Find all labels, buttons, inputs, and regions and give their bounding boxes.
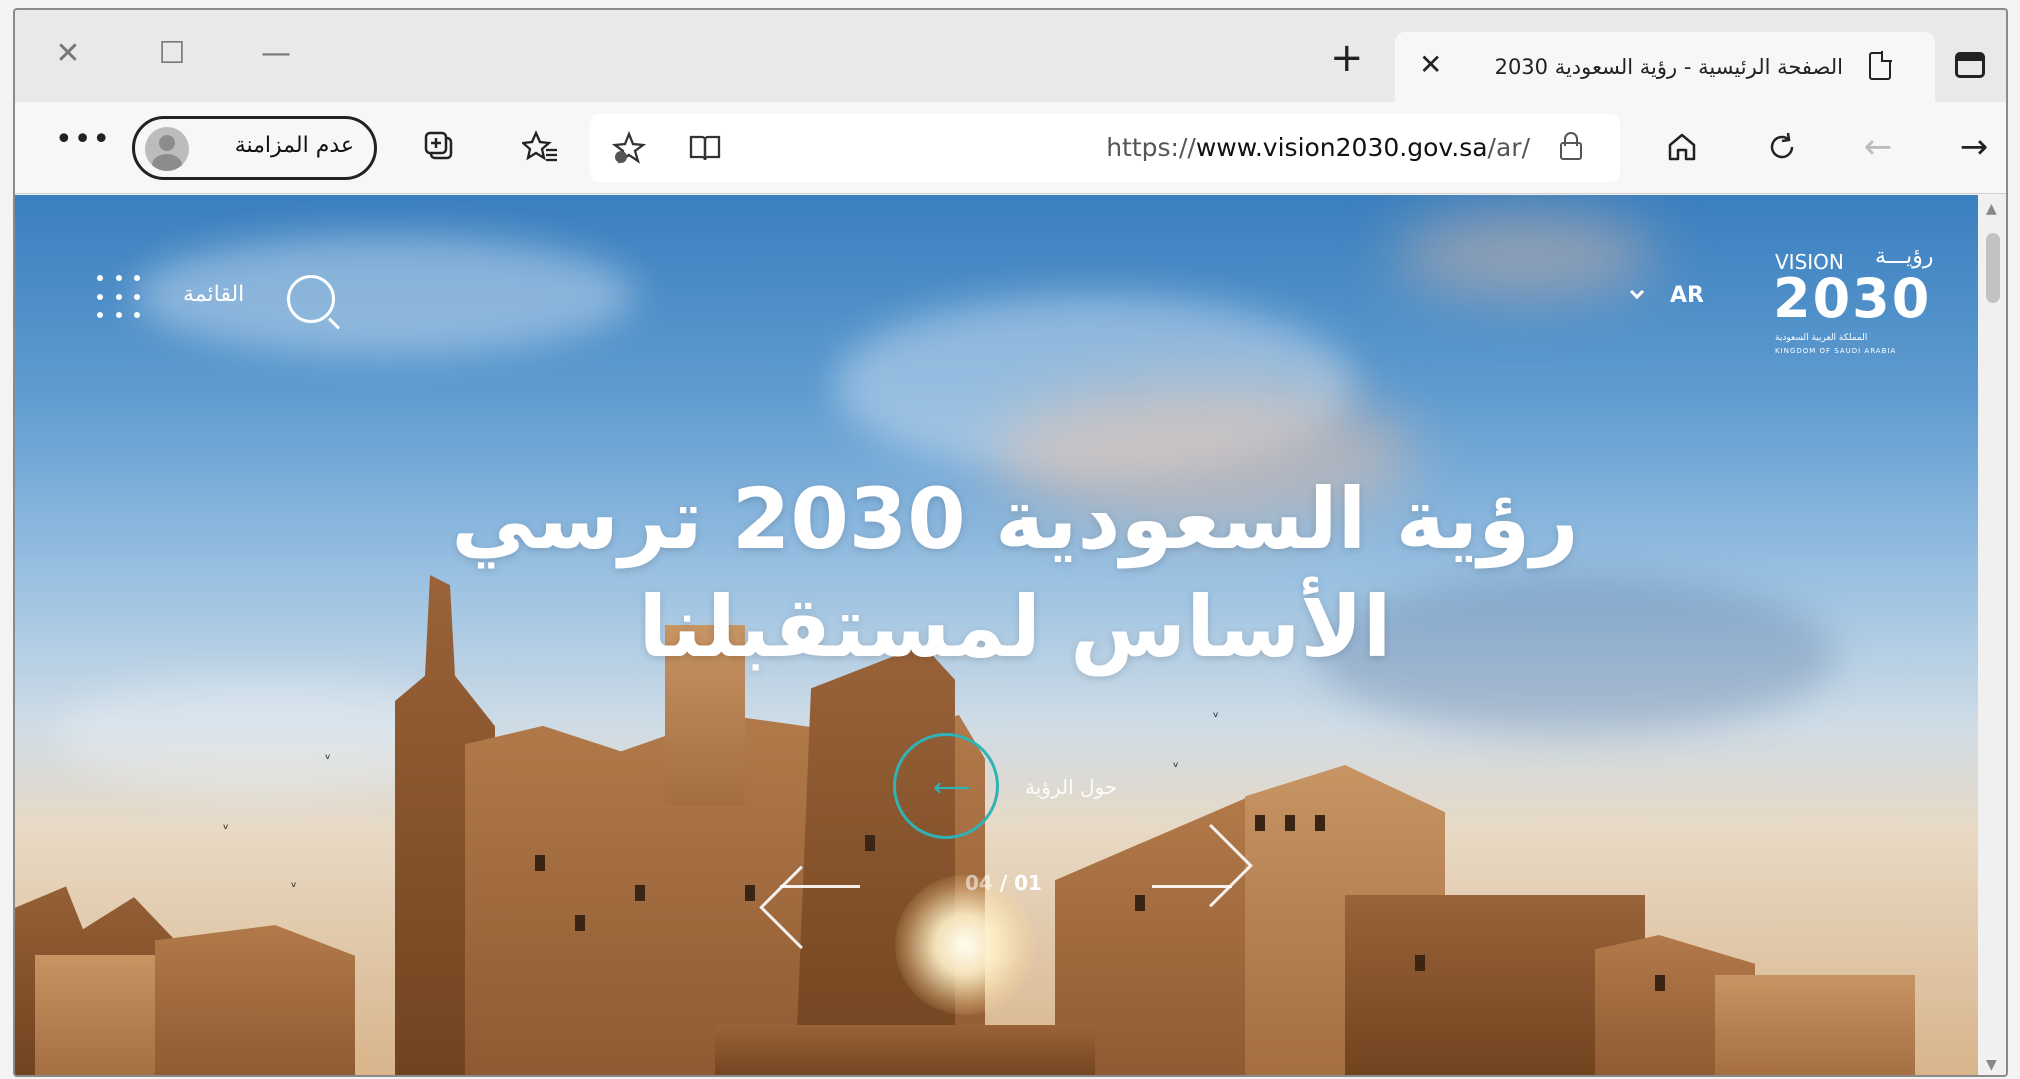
- scroll-down-icon[interactable]: ▼: [1986, 1057, 1997, 1073]
- refresh-icon[interactable]: [1755, 120, 1809, 174]
- sunset-glow: [1395, 215, 1655, 295]
- close-tab-icon[interactable]: ✕: [1419, 48, 1442, 81]
- menu-grid-icon[interactable]: [97, 275, 153, 331]
- search-icon[interactable]: [287, 275, 335, 323]
- slide-counter: 04 / 01: [965, 871, 1042, 895]
- url-host: www.vision2030.gov.sa: [1195, 133, 1488, 162]
- slide-prev-arrow-icon[interactable]: [780, 885, 860, 888]
- slide-next-arrow-icon[interactable]: [1152, 885, 1232, 888]
- arrow-left-icon: ⟵: [933, 773, 971, 803]
- hero-title: رؤية السعودية 2030 ترسي الأساس لمستقبلنا: [375, 465, 1655, 681]
- logo-arabic-text: رؤيـــة: [1875, 244, 1934, 269]
- bird-icon: ᵥ: [1213, 705, 1219, 721]
- home-icon[interactable]: [1655, 120, 1709, 174]
- logo-year: 2030: [1773, 267, 1932, 330]
- url-path: /ar/: [1487, 133, 1530, 162]
- browser-window: ✕ ☐ — + ✕ الصفحة الرئيسية - رؤية السعودي…: [13, 8, 2008, 1077]
- logo-subtitle-en: KINGDOM OF SAUDI ARABIA: [1775, 347, 1897, 355]
- profile-button[interactable]: عدم المزامنة: [132, 116, 377, 180]
- lock-icon[interactable]: [1560, 132, 1582, 160]
- hero-title-line2: الأساس لمستقبلنا: [638, 578, 1392, 676]
- sun-glow: [895, 875, 1035, 1015]
- cta-label[interactable]: حول الرؤية: [1025, 775, 1117, 799]
- maximize-window-icon[interactable]: ☐: [147, 28, 197, 78]
- collections-icon[interactable]: [413, 120, 467, 174]
- slide-total: 04: [965, 871, 993, 895]
- close-window-icon[interactable]: ✕: [43, 28, 93, 78]
- url-text: https://www.vision2030.gov.sa/ar/: [1106, 133, 1530, 162]
- page-viewport: ᵥ ᵥ ᵥ ᵥ ᵥ VISION رؤيـــة 2030 المملكة ال…: [15, 195, 1978, 1075]
- bird-icon: ᵥ: [291, 875, 297, 891]
- profile-label: عدم المزامنة: [234, 133, 354, 158]
- language-label: AR: [1670, 283, 1704, 308]
- tab-title: الصفحة الرئيسية - رؤية السعودية 2030: [1494, 55, 1843, 79]
- avatar: [145, 127, 189, 171]
- scroll-up-icon[interactable]: ▲: [1986, 201, 1997, 217]
- add-favorite-icon[interactable]: [602, 121, 656, 175]
- forward-icon[interactable]: →: [1947, 120, 2001, 174]
- address-bar[interactable]: https://www.vision2030.gov.sa/ar/: [590, 114, 1620, 182]
- page-icon: [1869, 51, 1892, 80]
- tab-home[interactable]: ✕ الصفحة الرئيسية - رؤية السعودية 2030: [1395, 32, 1935, 102]
- favorites-list-icon[interactable]: [513, 120, 567, 174]
- bird-icon: ᵥ: [1173, 755, 1179, 771]
- menu-label[interactable]: القائمة: [183, 282, 244, 307]
- hero-title-line1: رؤية السعودية 2030 ترسي: [451, 470, 1579, 568]
- scrollbar-thumb[interactable]: [1986, 233, 2000, 303]
- back-icon[interactable]: ←: [1851, 120, 1905, 174]
- bird-icon: ᵥ: [223, 817, 229, 833]
- title-bar: ✕ ☐ — + ✕ الصفحة الرئيسية - رؤية السعودي…: [15, 10, 2006, 102]
- slide-separator: /: [999, 871, 1015, 895]
- logo-subtitle-ar: المملكة العربية السعودية: [1775, 333, 1868, 343]
- toolbar: ••• عدم المزامنة https://www.vision2030.…: [15, 102, 2006, 194]
- reader-view-icon[interactable]: [678, 121, 732, 175]
- chevron-down-icon: [1629, 284, 1645, 300]
- bird-icon: ᵥ: [325, 747, 331, 763]
- minimize-window-icon[interactable]: —: [251, 28, 301, 78]
- more-options-icon[interactable]: •••: [55, 122, 111, 157]
- scrollbar[interactable]: ▲ ▼: [1978, 195, 2006, 1075]
- tab-actions-icon[interactable]: [1955, 52, 1985, 78]
- new-tab-icon[interactable]: +: [1330, 38, 1364, 78]
- slide-current: 01: [1014, 871, 1042, 895]
- url-prefix: https://: [1106, 133, 1196, 162]
